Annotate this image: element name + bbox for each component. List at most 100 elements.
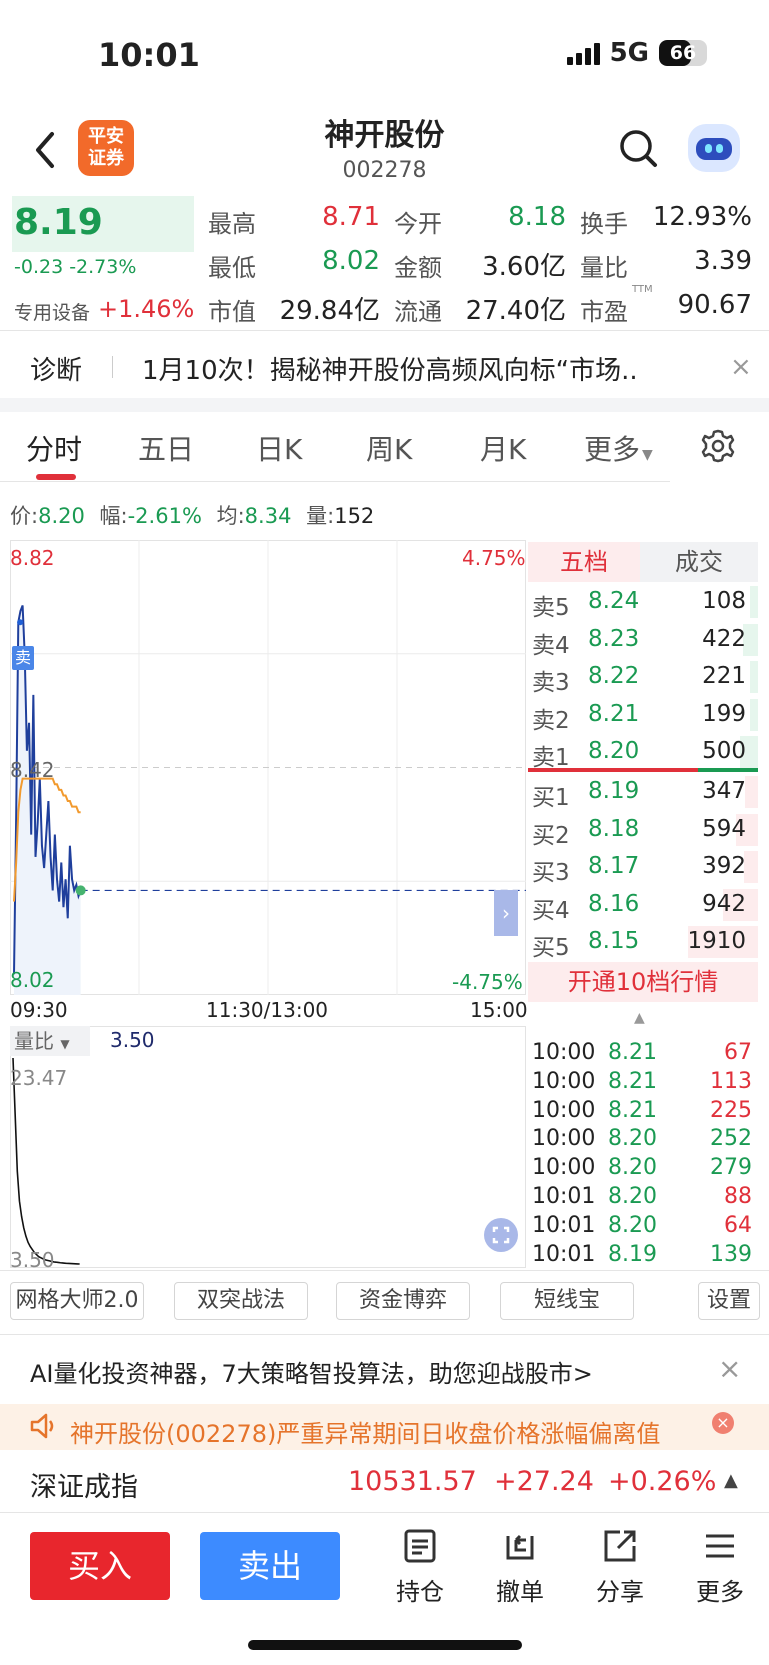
order-level-row[interactable]: 买4 8.16 942 (528, 887, 758, 924)
tab-monthly-k[interactable]: 月K (480, 428, 526, 468)
quote-label: 市值 (208, 298, 256, 326)
diagnosis-label[interactable]: 诊断 (30, 350, 82, 387)
sector-change[interactable]: +1.46% (98, 295, 194, 323)
tab-five-day[interactable]: 五日 (138, 428, 194, 468)
close-icon[interactable]: × (730, 352, 752, 382)
notice-close-icon[interactable]: × (712, 1412, 734, 1434)
current-price: 8.19 (14, 202, 103, 243)
vol-axis-bottom: 3.50 (10, 1248, 55, 1272)
positions-button[interactable]: 持仓 (380, 1526, 460, 1607)
level-price: 8.20 (588, 738, 640, 765)
undo-icon (506, 1534, 534, 1560)
sell-marker[interactable]: 卖 (12, 646, 34, 670)
fullscreen-icon[interactable] (484, 1218, 518, 1252)
quote-label: 量比 (580, 254, 628, 282)
trade-tick-row: 10:00 8.21 113 (532, 1069, 758, 1097)
expand-up-icon[interactable]: ▲ (724, 1470, 738, 1491)
share-label: 分享 (596, 1578, 644, 1606)
tab-more-label: 更多 (584, 433, 641, 466)
tick-price: 8.20 (608, 1184, 657, 1209)
notice-text[interactable]: 神开股份(002278)严重异常期间日收盘价格涨幅偏离值 (70, 1414, 680, 1449)
tick-volume: 67 (724, 1040, 752, 1065)
indicator-selector[interactable]: 量比 ▼ (10, 1026, 90, 1056)
tab-five-levels[interactable]: 五档 (528, 542, 640, 582)
volume-ratio-svg (12, 1057, 80, 1265)
more-button[interactable]: 更多 (680, 1526, 760, 1607)
index-change: +27.24 (494, 1466, 594, 1497)
tick-price: 8.19 (608, 1241, 657, 1267)
battery-icon: 66 (659, 40, 707, 66)
share-button[interactable]: 分享 (580, 1526, 660, 1607)
tab-intraday[interactable]: 分时 (26, 428, 82, 468)
level-volume: 594 (702, 815, 746, 842)
vol-value: 152 (334, 504, 375, 528)
quote-value: 12.93% (652, 202, 752, 232)
amp-value: -2.61% (127, 504, 202, 528)
price-value: 8.20 (38, 504, 85, 528)
tick-volume: 252 (710, 1126, 752, 1152)
order-level-row[interactable]: 买1 8.19 347 (528, 774, 758, 811)
tab-trades[interactable]: 成交 (640, 542, 758, 582)
tick-volume: 139 (710, 1241, 752, 1267)
tab-underline (36, 474, 76, 480)
quote-label: 金额 (394, 254, 442, 282)
order-level-row[interactable]: 买5 8.15 1910 (528, 924, 758, 961)
quote-value: 3.60亿 (482, 252, 566, 282)
tab-weekly-k[interactable]: 周K (366, 428, 412, 468)
level-price: 8.15 (588, 928, 640, 955)
amp-label: 幅: (99, 504, 128, 528)
tick-price: 8.20 (608, 1155, 657, 1181)
y-axis-mid: 8.42 (10, 758, 55, 782)
ai-assistant-icon[interactable] (688, 124, 740, 172)
quote-value: 90.67 (677, 290, 752, 320)
trade-tick-row: 10:01 8.19 139 (532, 1242, 758, 1270)
double-breakout-button[interactable]: 双突战法 (174, 1282, 308, 1320)
volume-bar (750, 698, 758, 731)
share-icon (604, 1530, 636, 1562)
capital-game-button[interactable]: 资金博弈 (336, 1282, 470, 1320)
expand-arrow-icon[interactable]: › (494, 890, 518, 936)
upgrade-level10-button[interactable]: 开通10档行情 (528, 962, 758, 1002)
tick-price: 8.21 (608, 1097, 657, 1123)
quote-label: 市盈 (580, 298, 628, 326)
level-price: 8.21 (588, 700, 640, 727)
order-level-row[interactable]: 买2 8.18 594 (528, 812, 758, 849)
order-level-row[interactable]: 卖3 8.22 221 (528, 659, 758, 696)
gear-icon[interactable] (700, 428, 736, 464)
index-name[interactable]: 深证成指 (30, 1465, 138, 1504)
order-level-row[interactable]: 卖5 8.24 108 (528, 584, 758, 621)
diagnosis-divider (112, 356, 113, 378)
sector-label[interactable]: 专用设备 (14, 298, 90, 325)
collapse-caret-icon[interactable]: ▲ (634, 1010, 645, 1026)
volume-bar (750, 586, 758, 618)
tab-daily-k[interactable]: 日K (256, 428, 302, 468)
intraday-chart-svg (10, 540, 526, 995)
home-indicator (248, 1640, 522, 1650)
order-level-row[interactable]: 买3 8.17 392 (528, 849, 758, 886)
tick-price: 8.21 (608, 1040, 657, 1065)
sell-button[interactable]: 卖出 (200, 1532, 340, 1600)
grid-master-button[interactable]: 网格大师2.0 (10, 1282, 144, 1320)
pct-axis-top: 4.75% (462, 546, 526, 570)
settings-button[interactable]: 设置 (698, 1282, 760, 1320)
ad-banner[interactable]: AI量化投资神器，7大策略智投算法，助您迎战股市> (30, 1354, 593, 1389)
divider (0, 1270, 769, 1271)
order-level-row[interactable]: 卖1 8.20 500 (528, 734, 758, 771)
tab-more[interactable]: 更多 ▼ (584, 428, 653, 468)
level-price: 8.24 (588, 588, 640, 614)
level-price: 8.23 (588, 625, 640, 652)
y-axis-bottom: 8.02 (10, 968, 55, 992)
short-line-button[interactable]: 短线宝 (500, 1282, 634, 1320)
order-level-row[interactable]: 卖2 8.21 199 (528, 697, 758, 734)
indicator-label: 量比 (14, 1029, 54, 1053)
x-axis-mid: 11:30/13:00 (206, 998, 329, 1022)
diagnosis-headline[interactable]: 1月10次！揭秘神开股份高频风向标“市场.. (142, 350, 702, 387)
quote-label: 最高 (208, 210, 256, 238)
search-icon[interactable] (616, 126, 660, 170)
buy-button[interactable]: 买入 (30, 1532, 170, 1600)
order-level-row[interactable]: 卖4 8.23 422 (528, 622, 758, 659)
close-icon[interactable]: × (718, 1352, 741, 1385)
y-axis-top: 8.82 (10, 546, 55, 570)
cancel-order-button[interactable]: 撤单 (480, 1526, 560, 1607)
quote-label: 换手 (580, 210, 628, 238)
